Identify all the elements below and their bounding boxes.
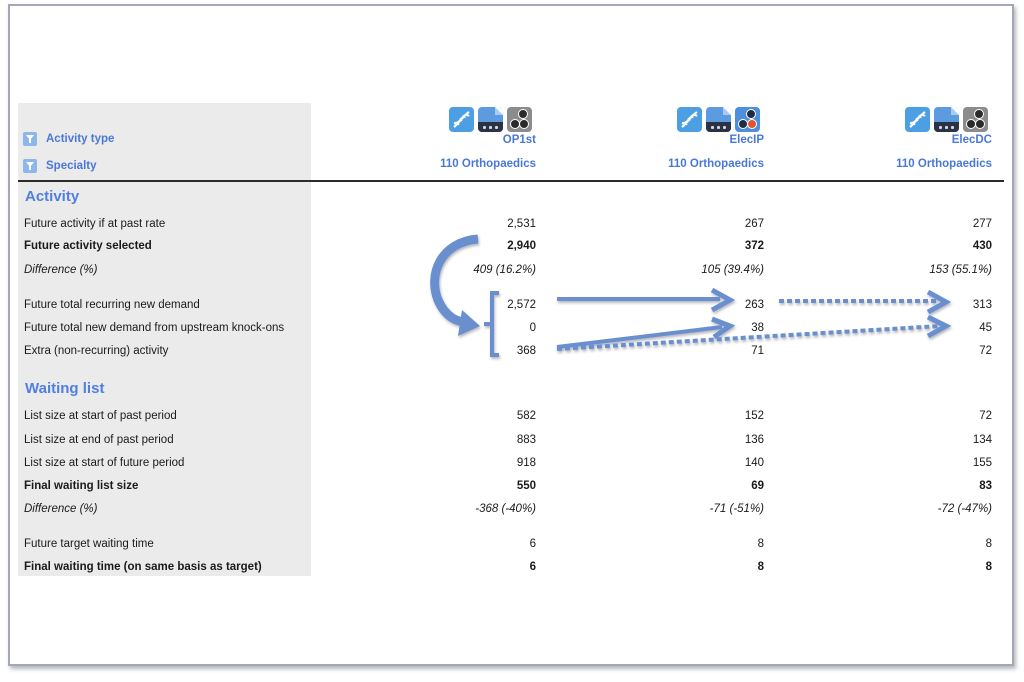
column-specialty[interactable]: 110 Orthopaedics	[896, 158, 992, 170]
filter-label: Activity type	[46, 133, 115, 145]
column-code[interactable]: OP1st	[503, 134, 536, 146]
column-code[interactable]: ElecDC	[952, 134, 992, 146]
cell-value: 8	[757, 538, 764, 550]
cell-value: 6	[529, 538, 536, 550]
cell-value: 2,572	[507, 299, 536, 311]
column-specialty[interactable]: 110 Orthopaedics	[440, 158, 536, 170]
cell-value: 313	[972, 299, 992, 311]
cell-value: 372	[744, 240, 764, 252]
cell-value: 153 (55.1%)	[929, 264, 992, 276]
filter-icon[interactable]	[23, 132, 37, 146]
filter-specialty[interactable]: Specialty	[23, 157, 97, 175]
cell-value: -72 (-47%)	[937, 503, 992, 515]
section-title-waiting-list: Waiting list	[25, 380, 105, 397]
cell-value: 277	[972, 218, 992, 230]
cell-value: 45	[979, 322, 992, 334]
filter-icon[interactable]	[23, 159, 37, 173]
cell-value: 155	[972, 457, 992, 469]
cell-value: 140	[744, 457, 764, 469]
document-icon[interactable]	[934, 107, 959, 132]
cell-value: 918	[516, 457, 536, 469]
cell-value: 2,940	[507, 240, 536, 252]
column-icons	[905, 107, 988, 132]
row-label: List size at start of future period	[24, 457, 185, 469]
row-label: Final waiting list size	[24, 480, 139, 492]
cell-value: 134	[972, 434, 992, 446]
cell-value: 8	[985, 561, 992, 573]
row-label: Final waiting time (on same basis as tar…	[24, 561, 262, 573]
header-divider	[18, 180, 1004, 182]
cell-value: -368 (-40%)	[475, 503, 536, 515]
cell-value: 69	[751, 480, 764, 492]
dna-icon[interactable]	[905, 107, 930, 132]
cell-value: 72	[979, 345, 992, 357]
cell-value: 0	[529, 322, 536, 334]
cell-value: 71	[751, 345, 764, 357]
column-icons	[449, 107, 532, 132]
cell-value: 430	[972, 240, 992, 252]
filter-label: Specialty	[46, 160, 97, 172]
row-label: Extra (non-recurring) activity	[24, 345, 169, 357]
dots-icon[interactable]	[963, 107, 988, 132]
row-label: Future total recurring new demand	[24, 299, 200, 311]
cell-value: 6	[529, 561, 536, 573]
cell-value: 368	[516, 345, 536, 357]
cell-value: 72	[979, 410, 992, 422]
filter-activity-type[interactable]: Activity type	[23, 130, 114, 148]
cell-value: 38	[751, 322, 764, 334]
document-icon[interactable]	[478, 107, 503, 132]
row-label: Future target waiting time	[24, 538, 154, 550]
row-label: Difference (%)	[24, 264, 98, 276]
cell-value: 136	[744, 434, 764, 446]
cell-value: 582	[516, 410, 536, 422]
section-title-activity: Activity	[25, 188, 80, 205]
document-icon[interactable]	[706, 107, 731, 132]
cell-value: 8	[985, 538, 992, 550]
column-specialty[interactable]: 110 Orthopaedics	[668, 158, 764, 170]
cell-value: 83	[979, 480, 992, 492]
row-label: Future activity selected	[24, 240, 152, 252]
cell-value: 152	[744, 410, 764, 422]
row-label: List size at end of past period	[24, 434, 174, 446]
cell-value: 883	[516, 434, 536, 446]
cell-value: 2,531	[507, 218, 536, 230]
dna-icon[interactable]	[449, 107, 474, 132]
cell-value: 267	[744, 218, 764, 230]
row-label: Future activity if at past rate	[24, 218, 166, 230]
column-icons	[677, 107, 760, 132]
dots-icon[interactable]	[507, 107, 532, 132]
cell-value: 105 (39.4%)	[701, 264, 764, 276]
dots-icon[interactable]	[735, 107, 760, 132]
cell-value: 8	[757, 561, 764, 573]
column-code[interactable]: ElecIP	[729, 134, 764, 146]
row-label: Difference (%)	[24, 503, 98, 515]
cell-value: -71 (-51%)	[709, 503, 764, 515]
row-label: Future total new demand from upstream kn…	[24, 322, 285, 334]
cell-value: 409 (16.2%)	[473, 264, 536, 276]
cell-value: 550	[516, 480, 536, 492]
cell-value: 263	[744, 299, 764, 311]
row-label: List size at start of past period	[24, 410, 177, 422]
dna-icon[interactable]	[677, 107, 702, 132]
